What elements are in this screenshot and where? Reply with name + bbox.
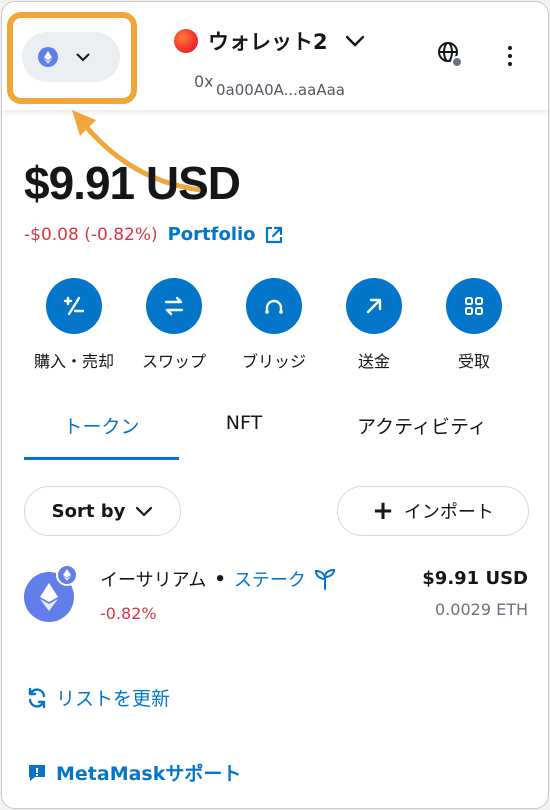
buy-sell-icon	[46, 278, 102, 334]
receive-button[interactable]: 受取	[424, 278, 524, 372]
total-balance: $9.91 USD	[24, 157, 241, 209]
asset-tabs: トークン NFT アクティビティ	[24, 412, 530, 462]
token-row[interactable]: イーサリアム • ステーク -0.82% $9.91 USD 0.0029 ET…	[24, 560, 530, 630]
swap-button[interactable]: スワップ	[124, 278, 224, 372]
globe-icon[interactable]	[436, 40, 466, 70]
account-selector[interactable]: ウォレット2	[174, 24, 366, 58]
separator-dot: •	[214, 568, 226, 590]
tab-nft[interactable]: NFT	[199, 412, 289, 462]
send-button[interactable]: 送金	[324, 278, 424, 372]
network-badge-icon	[56, 564, 78, 586]
external-link-icon	[265, 226, 282, 243]
highlight-box	[7, 12, 137, 104]
refresh-list-label: リストを更新	[56, 688, 171, 710]
balance-change: -$0.08 (-0.82%)	[24, 224, 158, 245]
account-name: ウォレット2	[208, 30, 328, 54]
bridge-button[interactable]: ブリッジ	[224, 278, 324, 372]
sprout-icon	[314, 568, 335, 590]
account-avatar	[174, 29, 198, 53]
refresh-icon	[28, 687, 46, 708]
receive-label: 受取	[457, 352, 490, 371]
receive-icon	[446, 278, 502, 334]
chevron-down-icon	[345, 35, 364, 47]
sort-by-label: Sort by	[51, 500, 126, 522]
header: ウォレット2 0x… 0a00A0A...aaAaa	[2, 2, 548, 110]
account-address[interactable]: 0a00A0A...aaAaa	[216, 81, 345, 99]
metamask-support-link[interactable]: MetaMaskサポート	[26, 759, 241, 786]
wallet-popup: ウォレット2 0x… 0a00A0A...aaAaa $9.91 USD -$0…	[1, 1, 549, 809]
kebab-menu-icon[interactable]	[499, 42, 521, 70]
tab-tokens[interactable]: トークン	[24, 412, 179, 462]
chat-support-icon	[29, 764, 45, 781]
active-tab-indicator	[24, 457, 179, 460]
import-tokens-button[interactable]: + インポート	[337, 486, 529, 536]
bridge-label: ブリッジ	[241, 352, 306, 371]
stake-link[interactable]: ステーク	[234, 566, 336, 592]
support-label: MetaMaskサポート	[56, 763, 242, 785]
sort-by-button[interactable]: Sort by	[24, 486, 181, 536]
buy-sell-label: 購入・売却	[33, 352, 114, 371]
portfolio-link[interactable]: Portfolio	[168, 224, 284, 245]
token-amount: 0.0029 ETH	[435, 600, 528, 619]
plus-icon: +	[372, 496, 394, 526]
token-name: イーサリアム	[100, 570, 207, 591]
refresh-list-link[interactable]: リストを更新	[26, 684, 170, 711]
buy-sell-button[interactable]: 購入・売却	[24, 278, 124, 372]
action-bar: 購入・売却 スワップ ブリッジ 送金 受取	[2, 278, 548, 378]
bridge-icon	[246, 278, 302, 334]
token-fiat-balance: $9.91 USD	[422, 568, 528, 589]
tab-activity[interactable]: アクティビティ	[342, 412, 502, 462]
stake-label: ステーク	[233, 570, 306, 591]
chevron-down-icon	[136, 506, 153, 517]
portfolio-label: Portfolio	[167, 224, 256, 245]
swap-icon	[146, 278, 202, 334]
send-label: 送金	[357, 352, 390, 371]
swap-label: スワップ	[141, 352, 206, 371]
balance-change-row: -$0.08 (-0.82%) Portfolio	[24, 224, 284, 245]
token-change: -0.82%	[100, 604, 157, 623]
token-name-line: イーサリアム • ステーク	[100, 566, 336, 592]
send-icon	[346, 278, 402, 334]
import-label: インポート	[403, 502, 494, 523]
